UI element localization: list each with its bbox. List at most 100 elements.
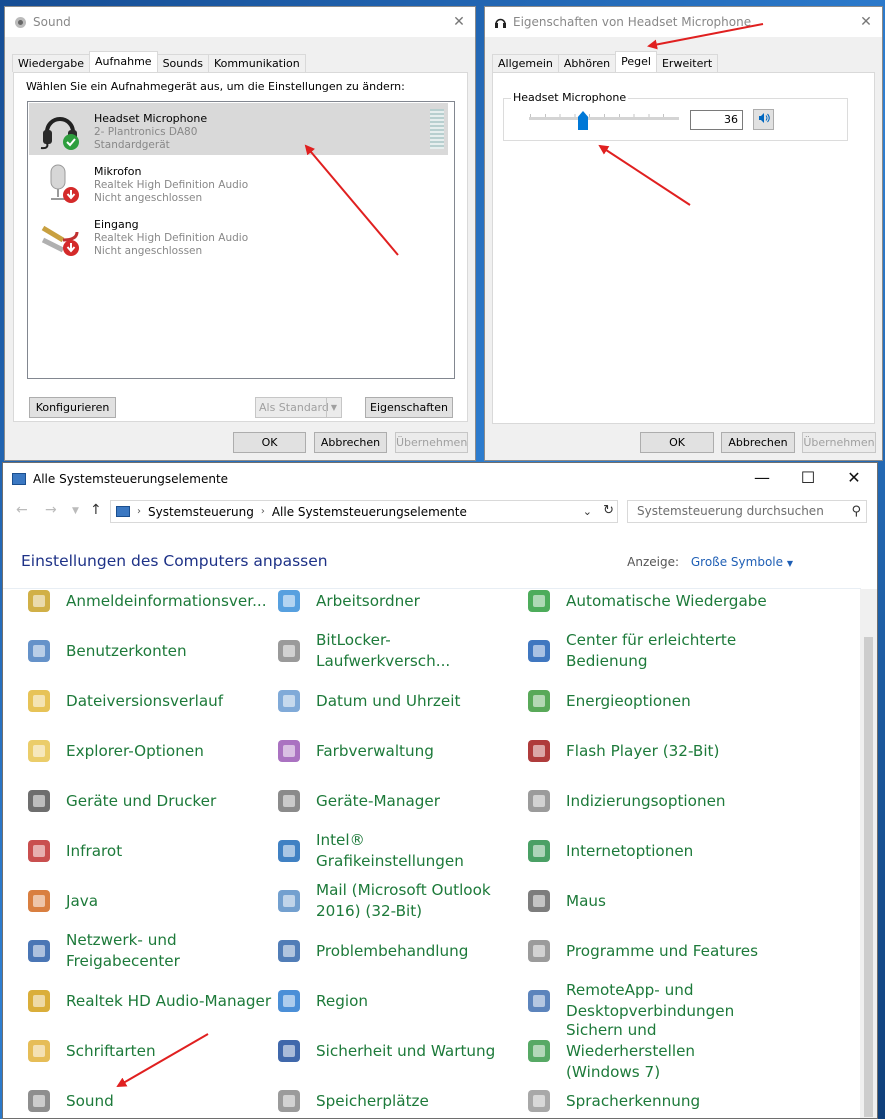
control-panel-item[interactable]: Spracherkennung xyxy=(503,1079,751,1118)
breadcrumb-all-items[interactable]: Alle Systemsteuerungselemente xyxy=(272,505,467,519)
control-panel-item[interactable]: RemoteApp- und Desktopverbindungen xyxy=(503,979,751,1023)
cancel-button[interactable]: Abbrechen xyxy=(721,432,795,453)
control-panel-item[interactable]: Indizierungsoptionen xyxy=(503,779,751,823)
control-panel-icon xyxy=(116,506,130,517)
search-icon[interactable]: ⚲ xyxy=(851,501,861,522)
control-panel-item[interactable]: Geräte und Drucker xyxy=(3,779,251,823)
tab-aufnahme[interactable]: Aufnahme xyxy=(89,51,158,72)
apply-button[interactable]: Übernehmen xyxy=(802,432,876,453)
control-panel-item[interactable]: Arbeitsordner xyxy=(253,589,501,623)
control-panel-item[interactable]: Dateiversionsverlauf xyxy=(3,679,251,723)
properties-dialog-titlebar[interactable]: Eigenschaften von Headset Microphone ✕ xyxy=(485,7,882,37)
device-list[interactable]: Headset Microphone 2- Plantronics DA80 S… xyxy=(27,101,455,379)
vertical-scrollbar[interactable] xyxy=(860,589,877,1118)
control-panel-item[interactable]: Netzwerk- und Freigabecenter xyxy=(3,929,251,973)
device-mikrofon[interactable]: Mikrofon Realtek High Definition Audio N… xyxy=(29,156,448,208)
tab-wiedergabe[interactable]: Wiedergabe xyxy=(12,54,91,72)
control-panel-item[interactable]: Farbverwaltung xyxy=(253,729,501,773)
breadcrumb-systemsteuerung[interactable]: Systemsteuerung xyxy=(148,505,254,519)
control-panel-item[interactable]: Explorer-Optionen xyxy=(3,729,251,773)
minimize-icon[interactable]: — xyxy=(739,463,785,495)
control-panel-item[interactable]: Datum und Uhrzeit xyxy=(253,679,501,723)
device-driver: Realtek High Definition Audio xyxy=(94,179,249,191)
control-panel-item-label: Schriftarten xyxy=(66,1041,156,1060)
color-management-icon xyxy=(273,735,305,767)
control-panel-item[interactable]: Internetoptionen xyxy=(503,829,751,873)
tab-kommunikation[interactable]: Kommunikation xyxy=(207,54,306,72)
speaker-icon xyxy=(13,15,27,29)
close-icon[interactable]: ✕ xyxy=(449,12,469,32)
control-panel-item[interactable]: Java xyxy=(3,879,251,923)
control-panel-item[interactable]: Benutzerkonten xyxy=(3,629,251,673)
control-panel-item-label: Maus xyxy=(566,891,606,910)
control-panel-item[interactable]: Problembehandlung xyxy=(253,929,501,973)
audio-manager-icon xyxy=(23,985,55,1017)
control-panel-item[interactable]: Sicherheit und Wartung xyxy=(253,1029,501,1073)
tab-erweitert[interactable]: Erweitert xyxy=(655,54,719,72)
control-panel-item[interactable]: Speicherplätze xyxy=(253,1079,501,1118)
tab-sounds[interactable]: Sounds xyxy=(156,54,209,72)
tab-allgemein[interactable]: Allgemein xyxy=(492,54,559,72)
forward-arrow-icon[interactable]: → xyxy=(45,502,57,518)
chevron-down-icon[interactable]: ▼ xyxy=(326,398,341,417)
control-panel-item[interactable]: Intel® Grafikeinstellungen xyxy=(253,829,501,873)
recording-panel: Wählen Sie ein Aufnahmegerät aus, um die… xyxy=(13,72,468,422)
refresh-icon[interactable]: ↻ xyxy=(603,503,614,518)
control-panel-item-label: Realtek HD Audio-Manager xyxy=(66,991,272,1010)
mute-button[interactable] xyxy=(753,109,774,130)
chevron-down-icon[interactable]: ⌄ xyxy=(583,505,592,518)
properties-button[interactable]: Eigenschaften xyxy=(365,397,453,418)
level-input[interactable]: 36 xyxy=(690,110,743,130)
configure-button[interactable]: Konfigurieren xyxy=(29,397,116,418)
address-bar[interactable]: › Systemsteuerung › Alle Systemsteuerung… xyxy=(110,500,618,523)
control-panel-window: Alle Systemsteuerungselemente — ☐ ✕ ← → … xyxy=(2,462,878,1119)
control-panel-item[interactable]: Flash Player (32-Bit) xyxy=(503,729,751,773)
control-panel-item-label: Flash Player (32-Bit) xyxy=(566,741,720,760)
up-arrow-icon[interactable]: ↑ xyxy=(90,502,102,518)
control-panel-item-label: BitLocker-Laufwerkversch... xyxy=(316,631,451,670)
device-driver: 2- Plantronics DA80 xyxy=(94,126,198,138)
close-icon[interactable]: ✕ xyxy=(831,463,877,495)
flag-icon xyxy=(273,1035,305,1067)
slider-track xyxy=(529,117,679,121)
device-headset-microphone[interactable]: Headset Microphone 2- Plantronics DA80 S… xyxy=(29,103,448,155)
control-panel-item[interactable]: Infrarot xyxy=(3,829,251,873)
device-eingang[interactable]: Eingang Realtek High Definition Audio Ni… xyxy=(29,209,448,261)
tab-pegel[interactable]: Pegel xyxy=(615,51,657,72)
back-arrow-icon[interactable]: ← xyxy=(16,502,28,518)
control-panel-item[interactable]: Anmeldeinformationsver... xyxy=(3,589,267,623)
control-panel-item[interactable]: Mail (Microsoft Outlook 2016) (32-Bit) xyxy=(253,879,501,923)
apply-button[interactable]: Übernehmen xyxy=(395,432,468,453)
control-panel-item[interactable]: Geräte-Manager xyxy=(253,779,501,823)
control-panel-item[interactable]: Automatische Wiedergabe xyxy=(503,589,767,623)
control-panel-item[interactable]: Region xyxy=(253,979,501,1023)
level-group: Headset Microphone 36 xyxy=(503,91,848,141)
maximize-icon[interactable]: ☐ xyxy=(785,463,831,495)
tab-abhoeren[interactable]: Abhören xyxy=(557,54,617,72)
control-panel-item[interactable]: Maus xyxy=(503,879,751,923)
control-panel-item[interactable]: Center für erleichterte Bedienung xyxy=(503,629,751,673)
control-panel-titlebar[interactable]: Alle Systemsteuerungselemente — ☐ ✕ xyxy=(3,463,877,495)
device-status: Nicht angeschlossen xyxy=(94,245,203,257)
sound-dialog-titlebar[interactable]: Sound ✕ xyxy=(5,7,475,37)
view-by-value: Große Symbole xyxy=(690,555,784,569)
ok-button[interactable]: OK xyxy=(233,432,306,453)
recent-dropdown-icon[interactable]: ▼ xyxy=(72,506,79,516)
control-panel-item-label: Explorer-Optionen xyxy=(66,741,204,760)
page-title: Einstellungen des Computers anpassen xyxy=(21,552,328,570)
control-panel-item[interactable]: BitLocker-Laufwerkversch... xyxy=(253,629,501,673)
control-panel-item[interactable]: Energieoptionen xyxy=(503,679,751,723)
control-panel-item[interactable]: Sichern und Wiederherstellen (Windows 7) xyxy=(503,1021,751,1081)
device-details: Realtek High Definition Audio Nicht ange… xyxy=(94,179,248,205)
close-icon[interactable]: ✕ xyxy=(856,12,876,32)
control-panel-item[interactable]: Realtek HD Audio-Manager xyxy=(3,979,271,1023)
scrollbar-thumb[interactable] xyxy=(864,637,873,1117)
search-input[interactable]: Systemsteuerung durchsuchen ⚲ xyxy=(627,500,867,523)
control-panel-item[interactable]: Schriftarten xyxy=(3,1029,251,1073)
set-default-button[interactable]: Als Standard ▼ xyxy=(255,397,342,418)
control-panel-item[interactable]: Sound xyxy=(3,1079,251,1118)
control-panel-item[interactable]: Programme und Features xyxy=(503,929,758,973)
ok-button[interactable]: OK xyxy=(640,432,714,453)
view-by-dropdown[interactable]: Große Symbole ▼ xyxy=(691,555,793,569)
cancel-button[interactable]: Abbrechen xyxy=(314,432,387,453)
